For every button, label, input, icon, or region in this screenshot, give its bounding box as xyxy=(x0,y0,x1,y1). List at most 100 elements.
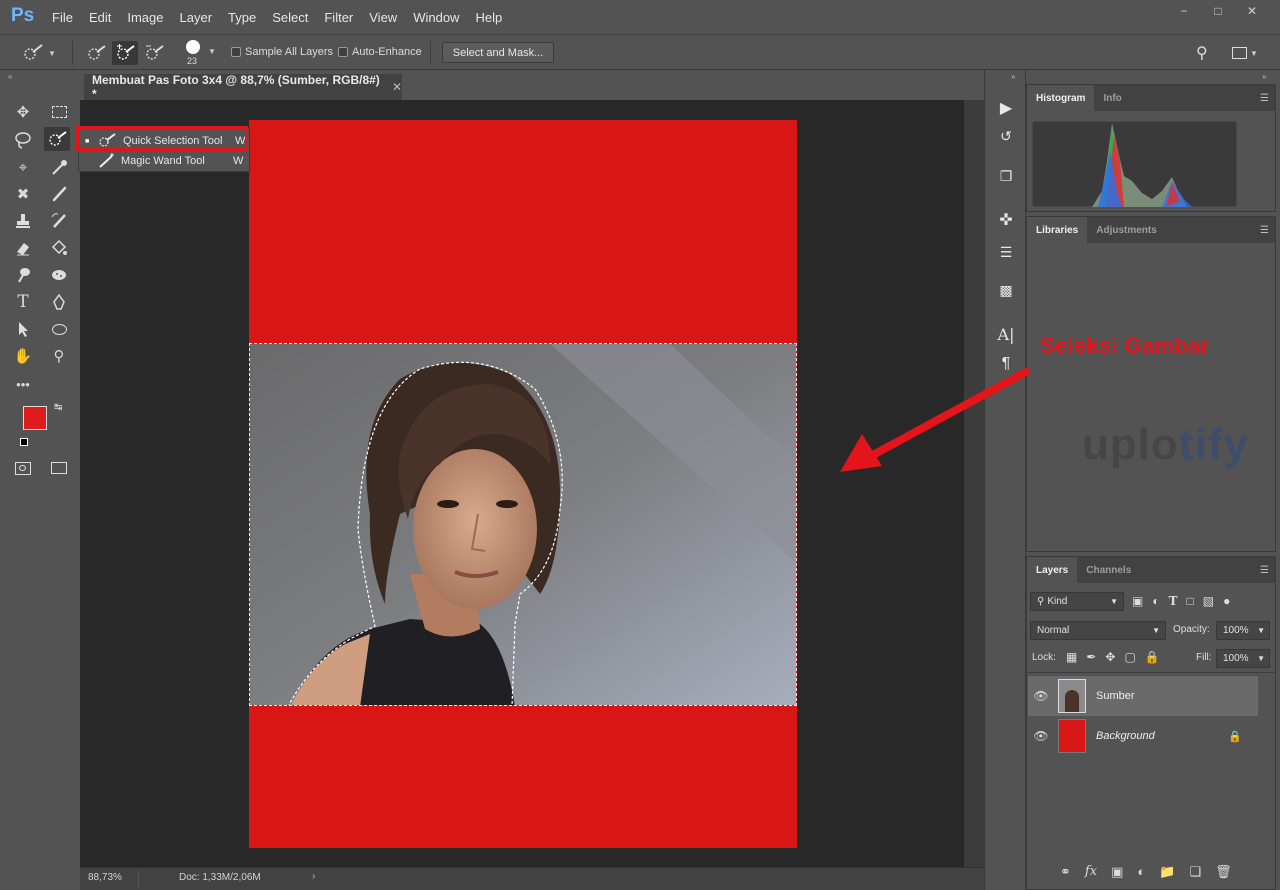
adjustment-layer-icon[interactable]: ◐ xyxy=(1137,864,1145,880)
more-tools[interactable]: ••• xyxy=(10,372,36,396)
add-mask-icon[interactable]: ▣ xyxy=(1111,864,1123,880)
chevron-right-icon[interactable]: › xyxy=(312,871,315,882)
move-tool[interactable]: ✥ xyxy=(10,100,36,124)
new-layer-icon[interactable]: ❏ xyxy=(1189,864,1201,880)
layer-row-background[interactable]: 👁 Background 🔒 xyxy=(1028,716,1258,756)
menu-file[interactable]: File xyxy=(52,10,73,25)
document-tab[interactable]: Membuat Pas Foto 3x4 @ 88,7% (Sumber, RG… xyxy=(84,73,402,101)
foreground-color-swatch[interactable] xyxy=(23,406,47,430)
collapse-icon[interactable]: » xyxy=(1011,72,1015,81)
link-layers-icon[interactable]: ⚭ xyxy=(1060,864,1071,880)
menu-image[interactable]: Image xyxy=(127,10,163,25)
type-filter-icon[interactable]: T xyxy=(1169,594,1178,608)
tab-histogram[interactable]: Histogram xyxy=(1027,85,1095,111)
tab-libraries[interactable]: Libraries xyxy=(1027,217,1088,243)
visibility-eye-icon[interactable]: 👁 xyxy=(1028,689,1054,703)
minimize-button[interactable]: − xyxy=(1170,2,1198,20)
default-colors-icon[interactable] xyxy=(20,438,28,446)
lock-all-icon[interactable]: 🔒 xyxy=(1145,650,1160,664)
character-icon[interactable]: A| xyxy=(991,322,1021,346)
magic-wand-menu-item[interactable]: Magic Wand Tool W xyxy=(79,151,249,171)
filter-toggle-icon[interactable]: ● xyxy=(1223,594,1230,608)
workspace-button[interactable]: ▼ xyxy=(1232,44,1262,62)
brush-presets-icon[interactable]: ✜ xyxy=(991,208,1021,232)
eyedropper-tool[interactable] xyxy=(46,155,72,179)
maximize-button[interactable]: □ xyxy=(1204,2,1232,20)
swap-colors-icon[interactable]: ↹ xyxy=(54,402,62,413)
pen-tool[interactable] xyxy=(46,290,72,314)
menu-edit[interactable]: Edit xyxy=(89,10,111,25)
eraser-tool[interactable] xyxy=(10,236,36,260)
fill-input[interactable]: 100% ▼ xyxy=(1216,649,1270,668)
smart-object-filter-icon[interactable]: ▧ xyxy=(1203,594,1214,608)
collapse-icon[interactable]: » xyxy=(1262,72,1266,81)
tab-info[interactable]: Info xyxy=(1094,85,1130,111)
adjustment-filter-icon[interactable]: ◐ xyxy=(1152,594,1159,608)
blend-mode-select[interactable]: Normal ▼ xyxy=(1030,621,1166,640)
close-tab-icon[interactable]: ✕ xyxy=(392,80,402,94)
sample-all-layers-checkbox[interactable]: Sample All Layers xyxy=(231,46,333,58)
lasso-tool[interactable] xyxy=(10,128,36,152)
type-tool[interactable]: T xyxy=(10,290,36,314)
tab-adjustments[interactable]: Adjustments xyxy=(1087,217,1166,243)
blur-tool[interactable] xyxy=(10,263,36,287)
shape-filter-icon[interactable]: □ xyxy=(1187,594,1194,608)
panel-menu-icon[interactable]: ☰ xyxy=(1260,225,1269,236)
menu-filter[interactable]: Filter xyxy=(324,10,353,25)
layer-photo[interactable] xyxy=(249,343,797,706)
visibility-eye-icon[interactable]: 👁 xyxy=(1028,729,1054,743)
screen-mode-button[interactable] xyxy=(46,456,72,480)
marquee-tool[interactable] xyxy=(46,100,72,124)
tab-channels[interactable]: Channels xyxy=(1077,557,1140,583)
menu-view[interactable]: View xyxy=(369,10,397,25)
add-to-selection-button[interactable] xyxy=(112,41,138,65)
path-selection-tool[interactable] xyxy=(10,317,36,341)
close-button[interactable]: ✕ xyxy=(1238,2,1266,20)
menu-select[interactable]: Select xyxy=(272,10,308,25)
3d-cube-icon[interactable]: ❐ xyxy=(991,164,1021,188)
collapse-panel-icon[interactable]: « xyxy=(8,72,12,81)
quick-selection-tool[interactable] xyxy=(44,127,70,151)
brush-tool[interactable] xyxy=(46,182,72,206)
panel-menu-icon[interactable]: ☰ xyxy=(1260,93,1269,104)
crop-tool[interactable]: ⌖ xyxy=(10,155,36,179)
delete-layer-icon[interactable]: 🗑 xyxy=(1215,864,1232,880)
opacity-input[interactable]: 100% ▼ xyxy=(1216,621,1270,640)
search-icon[interactable]: ⚲ xyxy=(1196,43,1208,63)
ellipse-tool[interactable] xyxy=(46,317,72,341)
auto-enhance-checkbox[interactable]: Auto-Enhance xyxy=(338,46,422,58)
zoom-level[interactable]: 88,73% xyxy=(88,872,122,883)
lock-position-icon[interactable]: ✥ xyxy=(1105,650,1115,664)
clone-source-icon[interactable]: ▩ xyxy=(991,278,1021,302)
paint-bucket-tool[interactable] xyxy=(46,236,72,260)
lock-artboard-icon[interactable]: ▢ xyxy=(1124,650,1135,664)
tool-preset-picker[interactable]: ▼ xyxy=(22,43,62,63)
lock-transparency-icon[interactable]: ▦ xyxy=(1066,650,1077,664)
brush-picker[interactable]: 23 ▼ xyxy=(178,38,218,68)
pixel-filter-icon[interactable]: ▣ xyxy=(1132,594,1143,608)
subtract-from-selection-button[interactable] xyxy=(142,42,166,64)
brush-settings-icon[interactable]: ☰ xyxy=(991,240,1021,264)
clone-stamp-tool[interactable] xyxy=(10,209,36,233)
lock-pixels-icon[interactable]: ✒ xyxy=(1086,650,1096,664)
panel-menu-icon[interactable]: ☰ xyxy=(1260,565,1269,576)
menu-window[interactable]: Window xyxy=(413,10,459,25)
layer-style-icon[interactable]: fx xyxy=(1085,864,1097,880)
tab-layers[interactable]: Layers xyxy=(1027,557,1078,583)
history-icon[interactable]: ↺ xyxy=(991,124,1021,148)
new-group-icon[interactable]: 📁 xyxy=(1159,864,1175,880)
hand-tool[interactable]: ✋ xyxy=(10,344,36,368)
menu-help[interactable]: Help xyxy=(475,10,502,25)
select-and-mask-button[interactable]: Select and Mask... xyxy=(442,42,554,63)
layer-row-sumber[interactable]: 👁 Sumber xyxy=(1028,676,1258,716)
play-action-icon[interactable]: ▶ xyxy=(991,96,1021,120)
layer-filter-kind[interactable]: ⚲ Kind ▼ xyxy=(1030,592,1124,611)
menu-layer[interactable]: Layer xyxy=(180,10,213,25)
vertical-scrollbar[interactable] xyxy=(964,100,984,868)
healing-brush-tool[interactable]: ✖ xyxy=(10,182,36,206)
dodge-tool[interactable] xyxy=(46,263,72,287)
history-brush-tool[interactable] xyxy=(46,209,72,233)
menu-type[interactable]: Type xyxy=(228,10,256,25)
new-selection-button[interactable] xyxy=(84,42,108,64)
zoom-tool[interactable]: ⚲ xyxy=(46,344,72,368)
